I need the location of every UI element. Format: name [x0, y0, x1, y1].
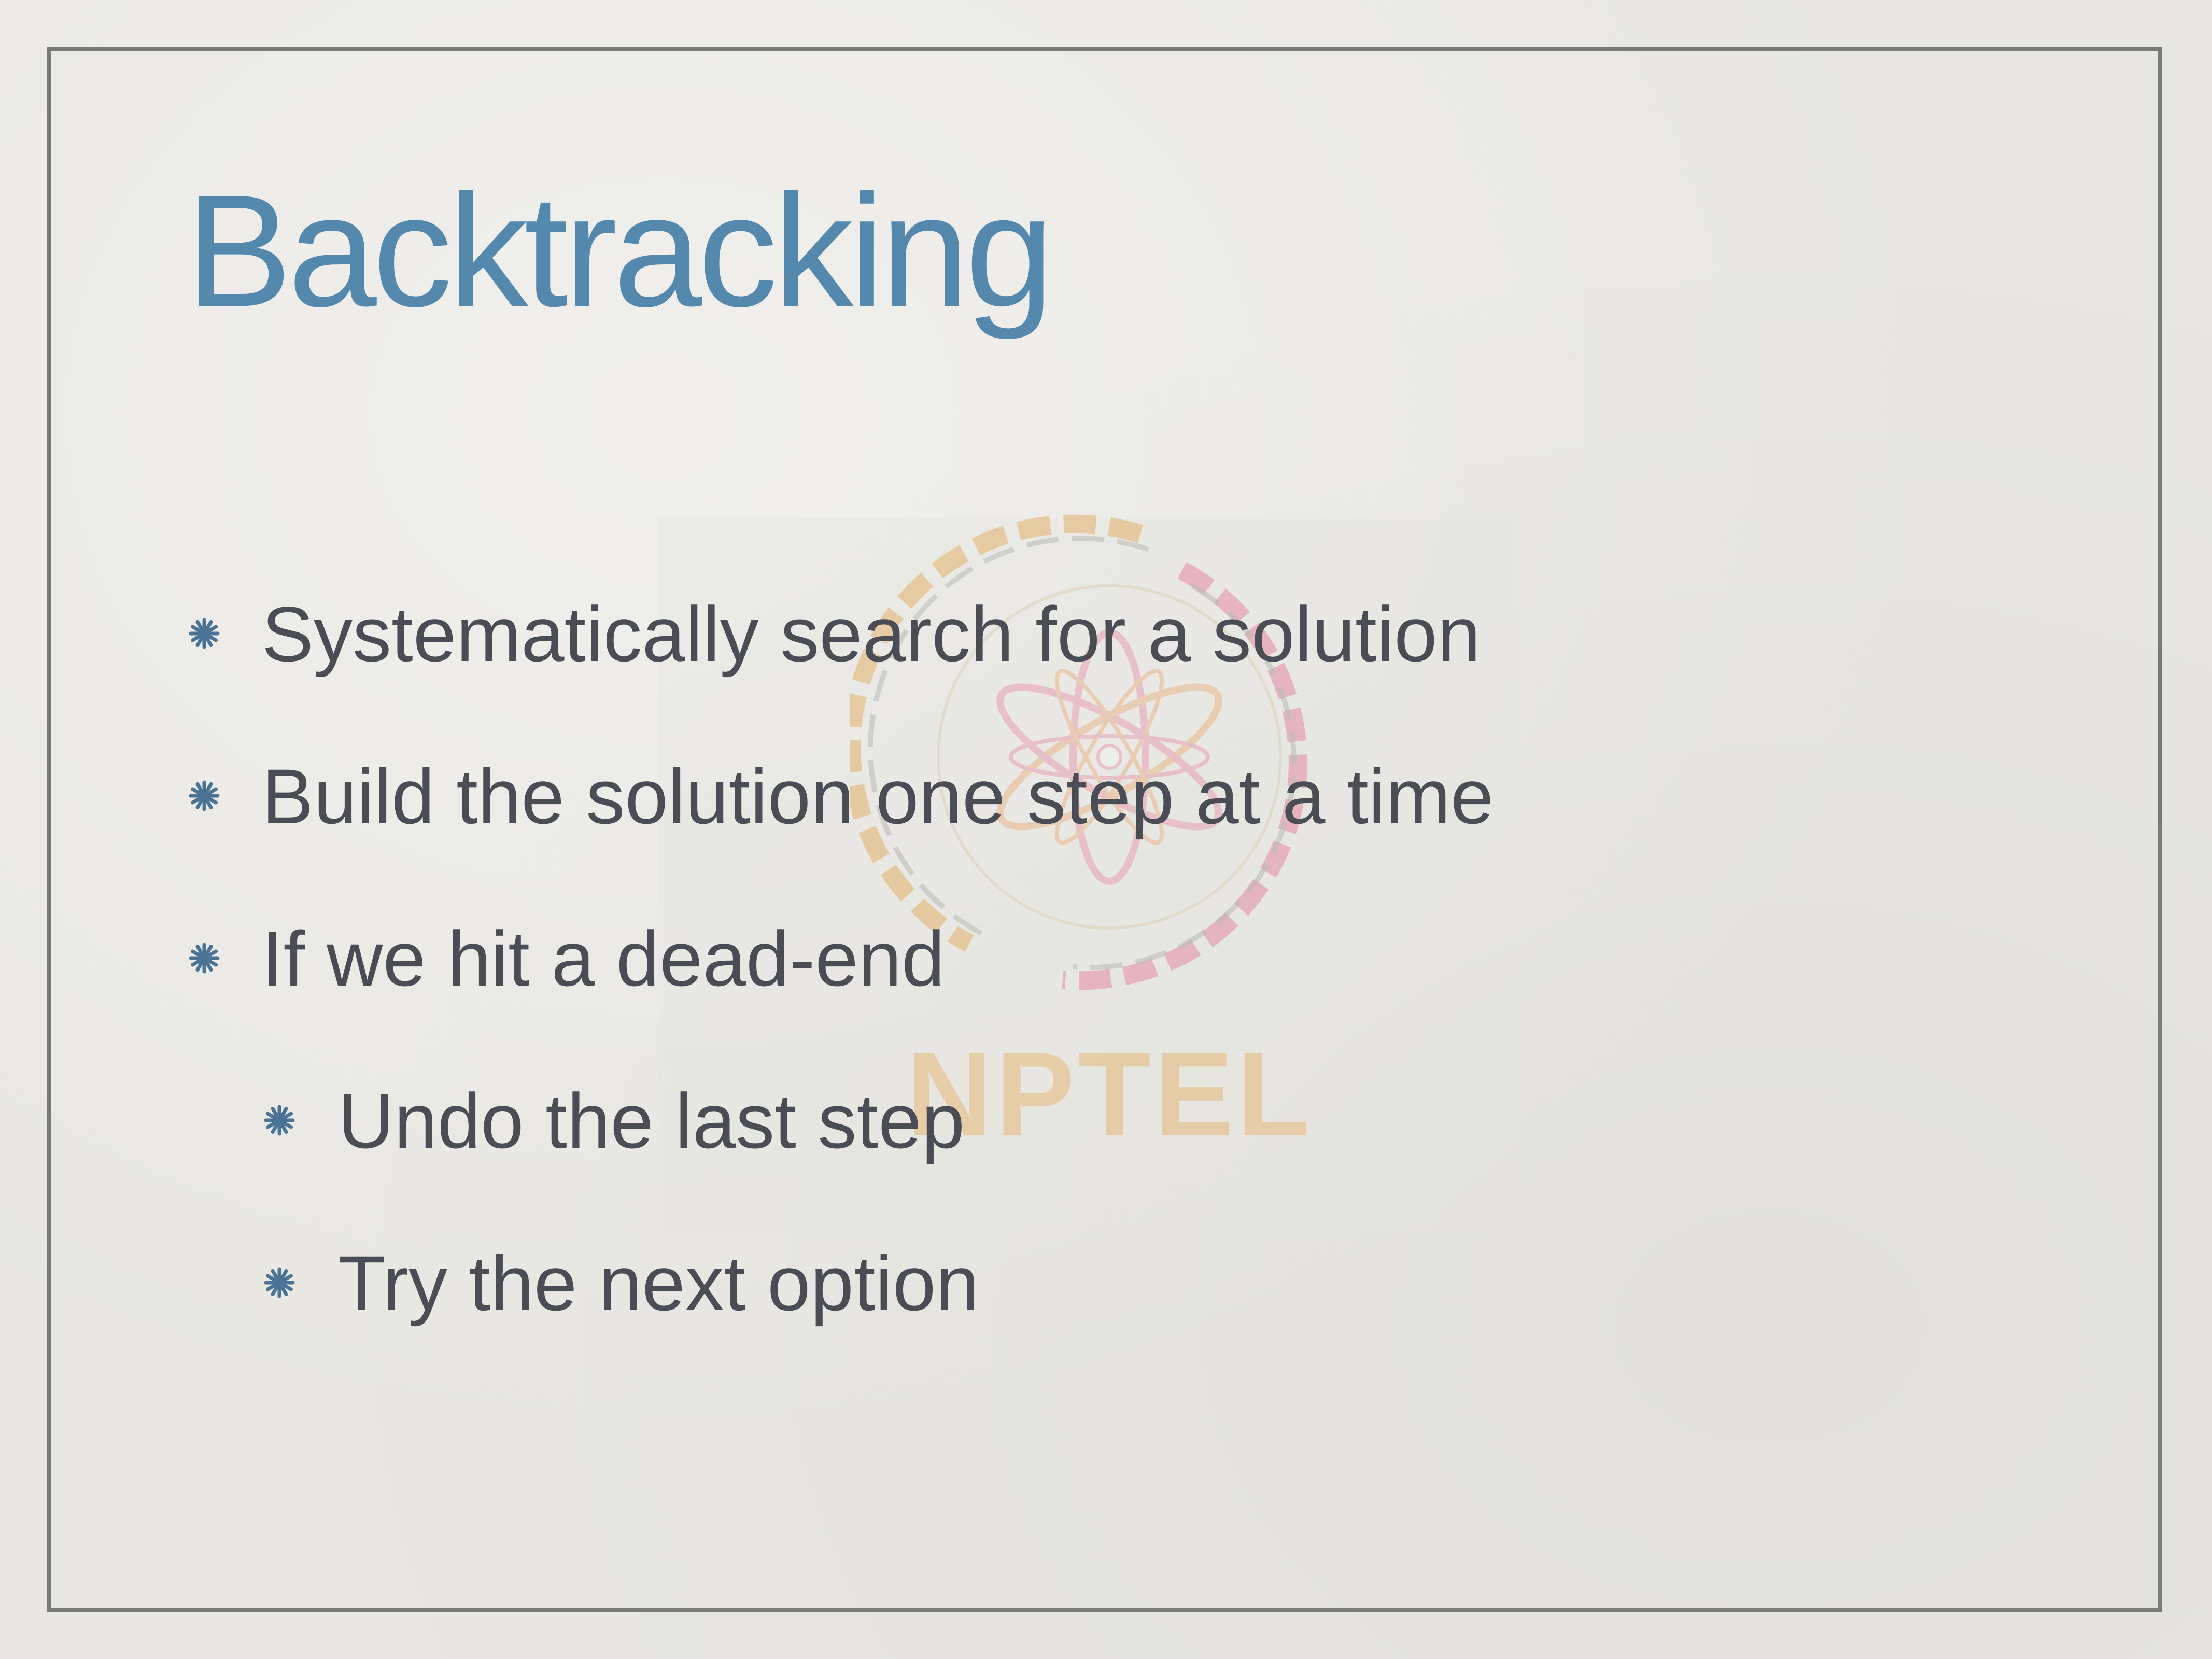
slide-title: Backtracking — [186, 162, 1054, 340]
asterisk-bullet-icon — [189, 943, 220, 974]
asterisk-bullet-icon — [264, 1267, 295, 1298]
bullet-text: If we hit a dead-end — [262, 915, 945, 1002]
asterisk-bullet-icon — [264, 1105, 295, 1136]
watermark-text: NPTEL — [906, 1028, 1313, 1161]
bullet-text: Build the solution one step at a time — [262, 753, 1494, 840]
bullet-text: Undo the last step — [338, 1077, 965, 1164]
bullet-text: Try the next option — [338, 1240, 979, 1327]
asterisk-bullet-icon — [189, 618, 220, 649]
asterisk-bullet-icon — [189, 780, 220, 811]
slide-background: NPTEL Backtracking Systematically search… — [0, 0, 2212, 1659]
bullet-text: Systematically search for a solution — [262, 591, 1481, 678]
